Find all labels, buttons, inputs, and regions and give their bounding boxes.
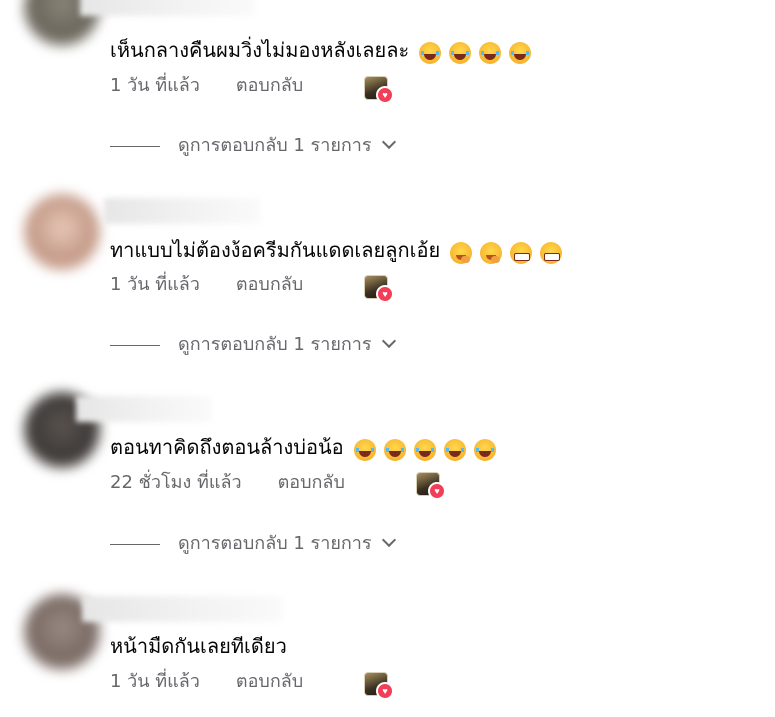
comment-meta: 1 วัน ที่แล้ว ตอบกลับ [110,670,303,694]
chevron-down-icon [381,134,396,150]
grinning-face-icon [510,242,533,264]
reactor-avatar[interactable]: ♥ [416,472,446,500]
heart-reaction-icon: ♥ [428,482,446,500]
reply-button[interactable]: ตอบกลับ [236,75,303,96]
reactor-avatar[interactable]: ♥ [364,275,394,303]
rolling-laughing-face-icon [353,439,376,461]
chevron-down-icon [381,532,396,548]
heart-reaction-icon: ♥ [376,285,394,303]
author-name-blurred[interactable] [76,396,212,422]
comment-body: ตอนทาคิดถึงตอนล้างบ่อน้อ [110,433,496,463]
comment-time[interactable]: 22 ชั่วโมง ที่แล้ว [110,472,242,493]
rolling-laughing-face-icon [509,42,532,64]
comment-body: เห็นกลางคืนผมวิ่งไม่มองหลังเลยละ [110,36,532,66]
comment-text: ตอนทาคิดถึงตอนล้างบ่อน้อ [110,435,344,459]
heart-reaction-icon: ♥ [376,682,394,700]
emoji-group [346,435,496,463]
comment-time[interactable]: 1 วัน ที่แล้ว [110,274,200,295]
view-replies-button[interactable]: ดูการตอบกลับ 1 รายการ [110,333,396,357]
reply-button[interactable]: ตอบกลับ [236,671,303,692]
comment-meta: 1 วัน ที่แล้ว ตอบกลับ [110,74,303,98]
divider-line [110,145,160,147]
comment-body: ทาแบบไม่ต้องง้อครีมกันแดดเลยลูกเอ้ย [110,236,563,266]
rolling-laughing-face-icon [443,439,466,461]
rolling-laughing-face-icon [479,42,502,64]
comment-time[interactable]: 1 วัน ที่แล้ว [110,671,200,692]
reply-button[interactable]: ตอบกลับ [278,472,345,493]
chevron-down-icon [381,333,396,349]
comment-text: ทาแบบไม่ต้องง้อครีมกันแดดเลยลูกเอ้ย [110,238,441,262]
author-name-blurred[interactable] [82,596,282,622]
reactor-avatar[interactable]: ♥ [364,672,394,700]
comment-time[interactable]: 1 วัน ที่แล้ว [110,75,200,96]
view-replies-button[interactable]: ดูการตอบกลับ 1 รายการ [110,134,396,158]
rolling-laughing-face-icon [473,439,496,461]
comment-body: หน้ามืดกันเลยทีเดียว [110,632,287,660]
view-replies-label: ดูการตอบกลับ 1 รายการ [178,334,372,355]
divider-line [110,344,160,346]
reply-button[interactable]: ตอบกลับ [236,274,303,295]
emoji-group [411,38,532,66]
rolling-laughing-face-icon [449,42,472,64]
rolling-laughing-face-icon [419,42,442,64]
view-replies-label: ดูการตอบกลับ 1 รายการ [178,533,372,554]
face-with-hand-over-mouth-icon [450,242,473,264]
view-replies-button[interactable]: ดูการตอบกลับ 1 รายการ [110,532,396,556]
grinning-face-icon [540,242,563,264]
rolling-laughing-face-icon [413,439,436,461]
author-name-blurred[interactable] [80,0,255,16]
reactor-avatar[interactable]: ♥ [364,76,394,104]
rolling-laughing-face-icon [383,439,406,461]
view-replies-label: ดูการตอบกลับ 1 รายการ [178,135,372,156]
comments-panel: เห็นกลางคืนผมวิ่งไม่มองหลังเลยละ 1 วัน ท… [0,0,775,717]
avatar[interactable] [24,194,100,270]
author-name-blurred[interactable] [104,198,260,224]
face-with-hand-over-mouth-icon [480,242,503,264]
heart-reaction-icon: ♥ [376,86,394,104]
comment-text: หน้ามืดกันเลยทีเดียว [110,634,287,658]
emoji-group [442,238,563,266]
comment-meta: 22 ชั่วโมง ที่แล้ว ตอบกลับ [110,471,345,495]
comment-text: เห็นกลางคืนผมวิ่งไม่มองหลังเลยละ [110,38,410,62]
comment-meta: 1 วัน ที่แล้ว ตอบกลับ [110,273,303,297]
divider-line [110,543,160,545]
